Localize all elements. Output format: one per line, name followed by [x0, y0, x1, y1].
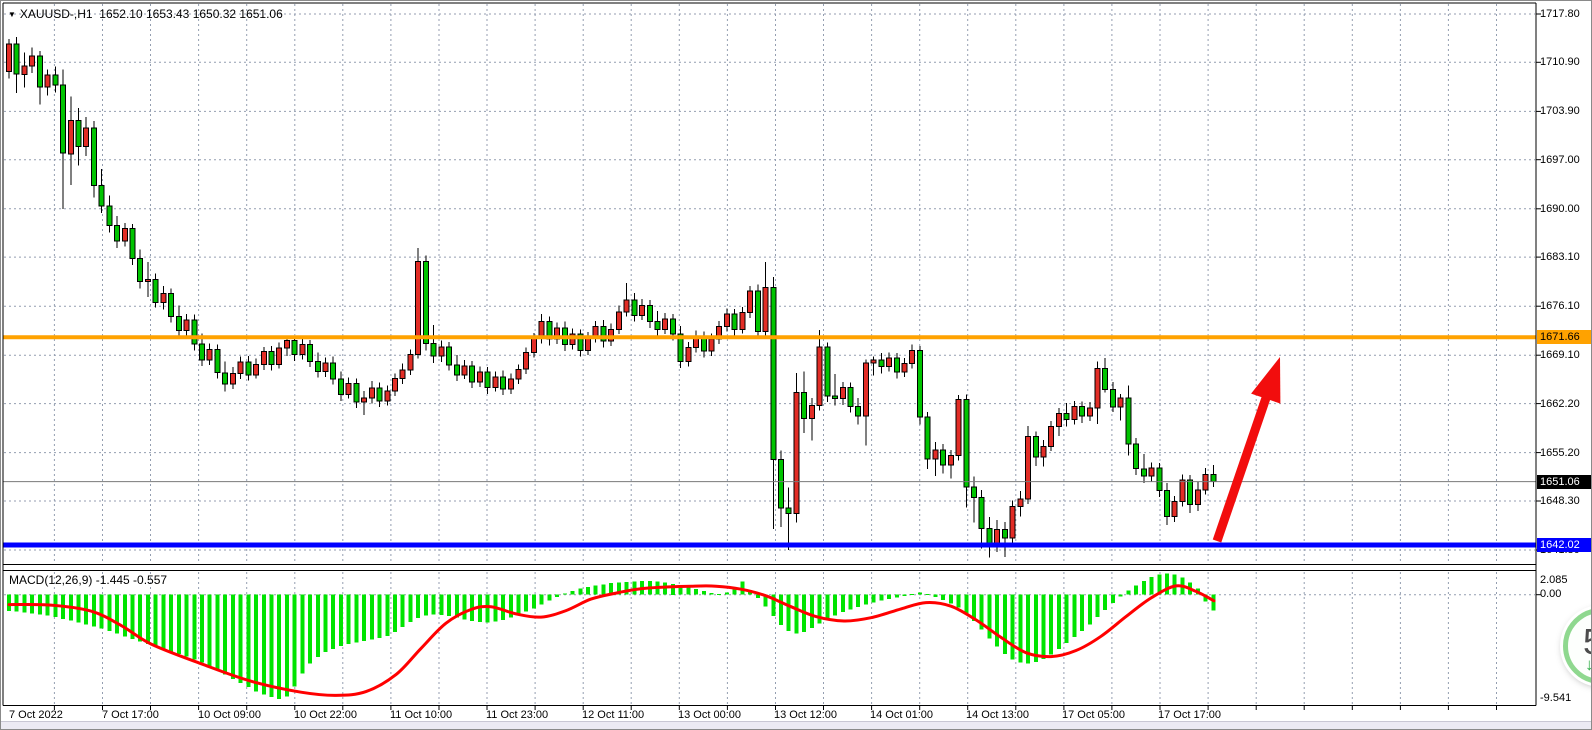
price-chart-canvas[interactable]	[1, 1, 1592, 730]
macd-histogram	[7, 573, 1215, 699]
price-tick-label: 1710.90	[1540, 55, 1580, 69]
time-tick-label: 7 Oct 2022	[9, 709, 63, 721]
arrow-down-icon: ↓	[1585, 655, 1592, 675]
price-tick-label: 1703.90	[1540, 104, 1580, 118]
price-tick-label: 1669.10	[1540, 348, 1580, 362]
chart-title-text: XAUUSD-,H1 1652.10 1653.43 1650.32 1651.…	[20, 7, 283, 21]
candles	[7, 37, 1216, 558]
resistance-price-badge: 1671.66	[1537, 330, 1592, 344]
symbol-dropdown-icon[interactable]: ▼	[8, 10, 16, 19]
time-tick-label: 7 Oct 17:00	[102, 709, 159, 721]
window-bottom-edge	[1, 721, 1592, 729]
time-tick-label: 17 Oct 05:00	[1062, 709, 1125, 721]
time-tick-label: 13 Oct 00:00	[678, 709, 741, 721]
price-tick-label: 1690.00	[1540, 202, 1580, 216]
bid-price-badge: 1651.06	[1537, 475, 1592, 489]
time-tick-label: 14 Oct 13:00	[966, 709, 1029, 721]
price-tick-label: 1697.00	[1540, 153, 1580, 167]
price-tick-label: 1717.80	[1540, 7, 1580, 21]
chart-title: ▼ XAUUSD-,H1 1652.10 1653.43 1650.32 1651…	[8, 7, 283, 21]
time-tick-label: 10 Oct 22:00	[294, 709, 357, 721]
macd-signal-line	[9, 586, 1214, 696]
macd-scale-label: 0.00	[1540, 588, 1561, 600]
price-tick-label: 1648.30	[1540, 494, 1580, 508]
price-tick-label: 1676.10	[1540, 299, 1580, 313]
price-tick-label: 1662.20	[1540, 397, 1580, 411]
macd-indicator-label: MACD(12,26,9) -1.445 -0.557	[9, 573, 167, 587]
time-tick-label: 13 Oct 12:00	[774, 709, 837, 721]
chart-window: ▼ XAUUSD-,H1 1652.10 1653.43 1650.32 1651…	[0, 0, 1592, 730]
trend-arrow-annotation[interactable]	[1217, 357, 1280, 541]
time-tick-label: 11 Oct 23:00	[486, 709, 548, 721]
macd-scale-label: -9.541	[1540, 692, 1571, 704]
time-tick-label: 10 Oct 09:00	[198, 709, 261, 721]
time-tick-label: 12 Oct 11:00	[582, 709, 644, 721]
price-tick-label: 1655.20	[1540, 446, 1580, 460]
price-tick-label: 1683.10	[1540, 250, 1580, 264]
support-price-badge: 1642.02	[1537, 538, 1592, 552]
time-tick-label: 17 Oct 17:00	[1158, 709, 1221, 721]
time-tick-label: 14 Oct 01:00	[870, 709, 933, 721]
time-tick-label: 11 Oct 10:00	[390, 709, 452, 721]
macd-scale-label: 2.085	[1540, 574, 1568, 586]
